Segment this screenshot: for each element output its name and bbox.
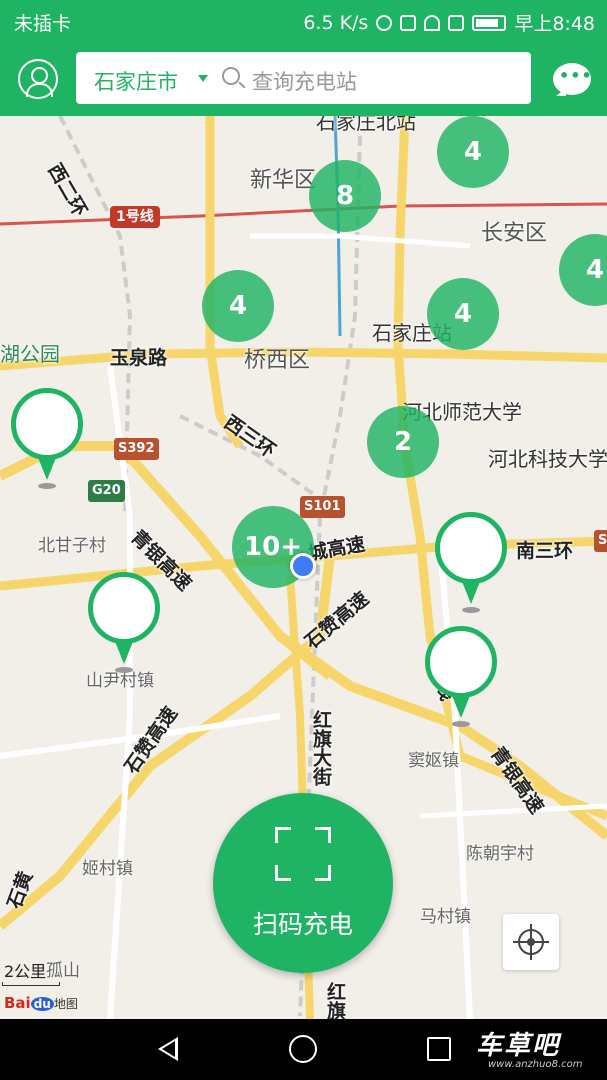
station-label: 石家庄北站 xyxy=(316,116,416,134)
current-location-dot xyxy=(290,553,316,579)
place-label: 河北科技大学 xyxy=(488,447,607,471)
recent-apps-icon[interactable] xyxy=(427,1037,451,1061)
place-label: 孤山 xyxy=(46,961,80,981)
road-shield: G20 xyxy=(88,480,125,502)
vibrate-icon xyxy=(400,14,417,31)
metro-line-badge: 1号线 xyxy=(110,206,160,228)
station-cluster[interactable]: 4 xyxy=(427,278,499,350)
station-cluster[interactable]: 8 xyxy=(309,160,381,232)
station-pin[interactable] xyxy=(425,626,497,736)
clock: 早上8:48 xyxy=(514,13,595,35)
search-icon xyxy=(222,67,240,85)
place-label: 姬村镇 xyxy=(82,859,133,879)
search-bar[interactable]: 石家庄市 查询充电站 xyxy=(76,52,531,104)
road-shield: S101 xyxy=(300,496,345,518)
network-speed: 6.5 K/s xyxy=(303,11,369,34)
back-icon[interactable] xyxy=(158,1037,178,1061)
app-header: 石家庄市 查询充电站 xyxy=(0,44,607,116)
status-right: 6.5 K/s 早上8:48 xyxy=(303,9,595,36)
road-label: 红旗 xyxy=(324,982,346,1019)
place-label: 湖公园 xyxy=(0,342,60,366)
road-label: 红旗大街 xyxy=(310,710,332,786)
district-label: 新华区 xyxy=(250,168,317,193)
scan-charge-button[interactable]: 扫码充电 xyxy=(213,793,393,973)
scan-icon xyxy=(275,827,331,881)
road-label: 南三环 xyxy=(516,540,574,562)
place-label: 马村镇 xyxy=(420,907,471,927)
search-input[interactable]: 查询充电站 xyxy=(252,66,357,96)
alert-icon xyxy=(448,14,465,31)
place-label: 北甘子村 xyxy=(38,536,106,556)
system-nav-bar: 车草吧 www.anzhuo8.com xyxy=(0,1019,607,1080)
baidu-map-logo: Bai du 地图 xyxy=(4,994,78,1012)
road-shield: S392 xyxy=(114,438,159,460)
station-cluster[interactable]: 4 xyxy=(437,116,509,188)
station-pin[interactable] xyxy=(88,572,160,682)
road-shield: S xyxy=(594,530,607,552)
station-pin[interactable] xyxy=(11,388,83,498)
scan-charge-label: 扫码充电 xyxy=(252,910,353,939)
message-icon-tail xyxy=(556,88,566,96)
status-bar: 未插卡 6.5 K/s 早上8:48 xyxy=(0,0,607,44)
station-cluster[interactable]: 2 xyxy=(367,406,439,478)
map-view[interactable]: 新华区 长安区 桥西区 石家庄北站 石家庄站 河北师范大学 河北科技大学 湖公园… xyxy=(0,116,607,1019)
home-icon[interactable] xyxy=(289,1035,317,1063)
district-label: 长安区 xyxy=(481,221,548,246)
district-label: 桥西区 xyxy=(244,348,311,373)
locate-me-button[interactable] xyxy=(503,914,559,970)
watermark-url: www.anzhuo8.com xyxy=(488,1059,583,1070)
city-selector[interactable]: 石家庄市 xyxy=(94,66,178,96)
user-avatar-icon[interactable] xyxy=(18,59,58,99)
carrier-text: 未插卡 xyxy=(14,13,72,35)
wifi-icon xyxy=(424,14,441,31)
place-label: 陈朝宇村 xyxy=(466,844,534,864)
caret-down-icon[interactable] xyxy=(198,75,208,82)
map-scale-label: 2公里 xyxy=(4,962,47,981)
place-label: 窦妪镇 xyxy=(408,751,459,771)
station-pin[interactable] xyxy=(435,512,507,622)
road-label: 玉泉路 xyxy=(110,347,168,369)
watermark-text: 车草吧 xyxy=(476,1031,561,1061)
location-status-icon xyxy=(376,14,393,31)
map-scale-bar xyxy=(2,982,60,986)
station-cluster[interactable]: 4 xyxy=(202,270,274,342)
battery-icon xyxy=(472,14,507,31)
